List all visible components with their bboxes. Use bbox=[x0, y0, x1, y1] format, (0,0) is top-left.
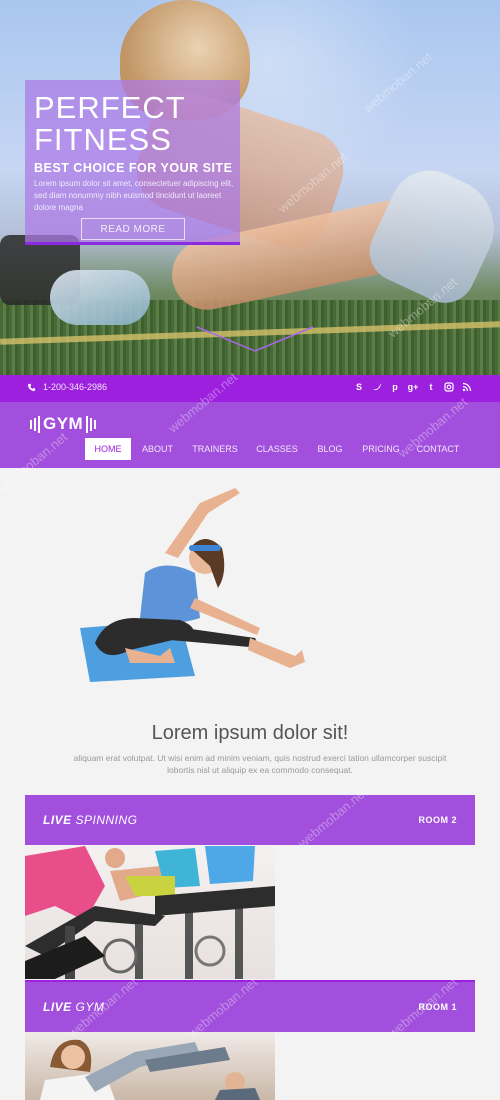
hero-description: Lorem ipsum dolor sit amet, consectetuer… bbox=[34, 179, 234, 212]
google-plus-icon[interactable]: g+ bbox=[408, 382, 419, 392]
logo-text: GYM bbox=[43, 414, 84, 433]
hero-shoe-back bbox=[50, 270, 150, 325]
logo[interactable]: GYM bbox=[30, 414, 99, 434]
nav-item-about[interactable]: ABOUT bbox=[131, 438, 184, 460]
read-more-button[interactable]: READ MORE bbox=[81, 218, 185, 240]
nav-item-home[interactable]: HOME bbox=[85, 438, 131, 460]
hero-banner: PERFECT FITNESS BEST CHOICE FOR YOUR SIT… bbox=[0, 0, 500, 375]
skype-icon[interactable]: S bbox=[354, 382, 364, 392]
hero-subtitle: BEST CHOICE FOR YOUR SITE bbox=[34, 161, 233, 175]
instagram-icon[interactable] bbox=[444, 382, 454, 392]
hero-title-line2: FITNESS bbox=[34, 122, 172, 157]
phone-number: 1-200-346-2986 bbox=[43, 382, 108, 392]
section-heading: Lorem ipsum dolor sit! bbox=[151, 722, 349, 744]
twitter-icon[interactable] bbox=[372, 382, 382, 392]
class-room: ROOM 1 bbox=[418, 1002, 457, 1012]
class-title-rest: GYM bbox=[71, 1000, 105, 1014]
nav-item-trainers[interactable]: TRAINERS bbox=[184, 438, 246, 460]
phone-icon bbox=[27, 383, 36, 391]
hero-title: PERFECT FITNESS bbox=[34, 92, 186, 156]
gym-class-photo bbox=[25, 1032, 275, 1100]
nav-item-contact[interactable]: CONTACT bbox=[410, 438, 466, 460]
class-title: LIVE SPINNING bbox=[43, 813, 138, 827]
nav-item-classes[interactable]: CLASSES bbox=[246, 438, 308, 460]
spinning-class-photo bbox=[25, 846, 275, 979]
pinterest-icon[interactable]: p bbox=[390, 382, 400, 392]
gym-class-illustration bbox=[40, 1039, 260, 1100]
class-title-bold: LIVE bbox=[43, 813, 72, 827]
nav-item-blog[interactable]: BLOG bbox=[308, 438, 352, 460]
class-room: ROOM 2 bbox=[418, 815, 457, 825]
tumblr-icon[interactable]: t bbox=[426, 382, 436, 392]
phone-info: 1-200-346-2986 bbox=[27, 382, 107, 392]
nav-item-pricing[interactable]: PRICING bbox=[352, 438, 410, 460]
logo-bars-left-icon bbox=[30, 415, 40, 433]
social-links: S p g+ t bbox=[354, 382, 472, 392]
class-banner-gym[interactable]: LIVE GYM ROOM 1 bbox=[25, 980, 475, 1032]
class-title-rest: SPINNING bbox=[71, 813, 138, 827]
contact-bar: 1-200-346-2986 S p g+ t bbox=[0, 375, 500, 402]
rss-icon[interactable] bbox=[462, 382, 472, 392]
class-banner-spinning[interactable]: LIVE SPINNING ROOM 2 bbox=[25, 795, 475, 845]
main-navbar: GYM HOME ABOUT TRAINERS CLASSES BLOG PRI… bbox=[0, 402, 500, 468]
spinning-class-illustration bbox=[25, 846, 275, 979]
class-title: LIVE GYM bbox=[43, 1000, 104, 1014]
chevron-down-icon[interactable] bbox=[195, 325, 315, 355]
class-title-bold: LIVE bbox=[43, 1000, 72, 1014]
section-description: aliquam erat volutpat. Ut wisi enim ad m… bbox=[73, 753, 447, 775]
nav-menu: HOME ABOUT TRAINERS CLASSES BLOG PRICING… bbox=[85, 438, 466, 460]
hero-title-line1: PERFECT bbox=[34, 90, 186, 125]
hero-caption-box: PERFECT FITNESS BEST CHOICE FOR YOUR SIT… bbox=[25, 80, 240, 245]
logo-bars-right-icon bbox=[86, 415, 97, 433]
yoga-woman-image bbox=[80, 488, 305, 682]
